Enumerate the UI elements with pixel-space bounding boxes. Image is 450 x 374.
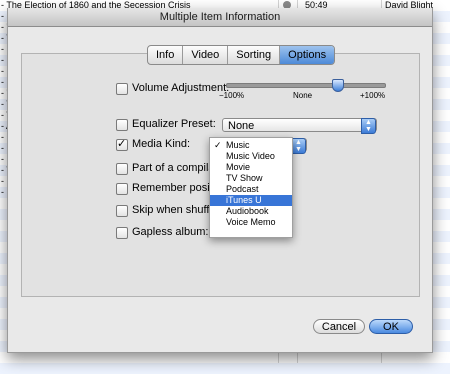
popup-arrows-icon: ▲ ▼ bbox=[361, 118, 376, 134]
gapless-album-label: Gapless album: bbox=[132, 226, 209, 238]
equalizer-preset-popup[interactable]: None ▲ ▼ bbox=[222, 118, 377, 134]
menu-item-itunes-u[interactable]: iTunes U bbox=[210, 195, 292, 206]
media-kind-checkbox[interactable] bbox=[116, 137, 128, 151]
tab-bar: Info Video Sorting Options bbox=[147, 45, 336, 65]
volume-slider-track[interactable] bbox=[226, 83, 386, 88]
menu-item-movie[interactable]: Movie bbox=[210, 162, 292, 173]
menu-item-podcast[interactable]: Podcast bbox=[210, 184, 292, 195]
tab-info[interactable]: Info bbox=[148, 46, 184, 64]
gapless-album-checkbox[interactable] bbox=[116, 227, 128, 239]
menu-item-tv-show[interactable]: TV Show bbox=[210, 173, 292, 184]
volume-adjustment-checkbox[interactable] bbox=[116, 83, 128, 95]
media-kind-label: Media Kind: bbox=[132, 138, 191, 150]
volume-min-label: −100% bbox=[219, 91, 245, 100]
menu-item-voice-memo[interactable]: Voice Memo bbox=[210, 217, 292, 228]
empty-row bbox=[0, 363, 450, 374]
volume-slider-knob[interactable] bbox=[331, 79, 344, 92]
multiple-item-information-dialog: Multiple Item Information Info Video Sor… bbox=[7, 8, 433, 353]
dialog-title: Multiple Item Information bbox=[8, 8, 432, 27]
menu-item-music-video[interactable]: Music Video bbox=[210, 151, 292, 162]
equalizer-preset-checkbox[interactable] bbox=[116, 119, 128, 131]
ok-button[interactable]: OK bbox=[369, 319, 413, 334]
empty-row bbox=[0, 352, 450, 363]
volume-adjustment-label: Volume Adjustment: bbox=[132, 82, 230, 94]
tab-options[interactable]: Options bbox=[280, 46, 335, 64]
equalizer-preset-label: Equalizer Preset: bbox=[132, 118, 216, 130]
menu-item-audiobook[interactable]: Audiobook bbox=[210, 206, 292, 217]
checkmark-icon: ✓ bbox=[214, 140, 222, 150]
cancel-button[interactable]: Cancel bbox=[313, 319, 365, 334]
tab-sorting[interactable]: Sorting bbox=[228, 46, 281, 64]
tab-video[interactable]: Video bbox=[183, 46, 229, 64]
compilation-checkbox[interactable] bbox=[116, 163, 128, 175]
remember-position-checkbox[interactable] bbox=[116, 183, 128, 195]
volume-mid-label: None bbox=[293, 91, 313, 100]
volume-max-label: +100% bbox=[360, 91, 386, 100]
popup-arrows-icon: ▲ ▼ bbox=[291, 138, 306, 154]
media-kind-menu: ✓ Music Music Video Movie TV Show Podcast… bbox=[209, 137, 293, 238]
menu-item-music[interactable]: ✓ Music bbox=[210, 140, 292, 151]
skip-when-shuffling-checkbox[interactable] bbox=[116, 205, 128, 217]
equalizer-preset-value: None bbox=[228, 120, 255, 132]
